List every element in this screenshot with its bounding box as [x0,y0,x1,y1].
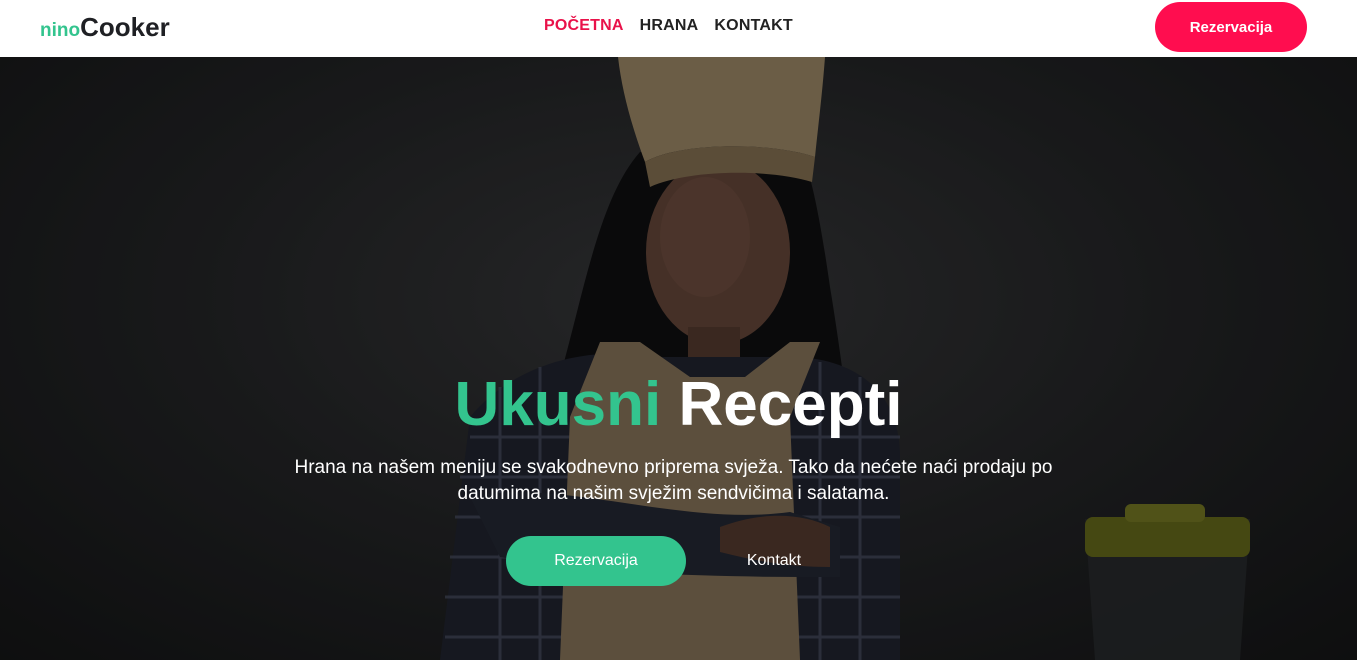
hero-reservation-button[interactable]: Rezervacija [506,536,686,586]
hero-description: Hrana na našem meniju se svakodnevno pri… [294,457,1053,504]
brand-part-cooker: Cooker [80,12,170,42]
navbar: ninoCooker POČETNA HRANA KONTAKT Rezerva… [0,0,1357,57]
main-nav: POČETNA HRANA KONTAKT [544,17,793,35]
hero-section: Ukusni Recepti Hrana na našem meniju se … [0,57,1357,660]
nav-link-pocetna[interactable]: POČETNA [544,17,624,35]
hero-title-white: Recepti [678,370,903,439]
brand-logo[interactable]: ninoCooker [40,12,170,46]
nav-link-kontakt[interactable]: KONTAKT [714,17,792,35]
nav-link-hrana[interactable]: HRANA [640,17,699,35]
reservation-button[interactable]: Rezervacija [1155,2,1307,52]
brand-part-nino: nino [40,20,81,41]
hero-title: Ukusni Recepti [0,370,1357,440]
hero-contact-button[interactable]: Kontakt [714,536,834,586]
hero-title-green: Ukusni [454,370,662,439]
